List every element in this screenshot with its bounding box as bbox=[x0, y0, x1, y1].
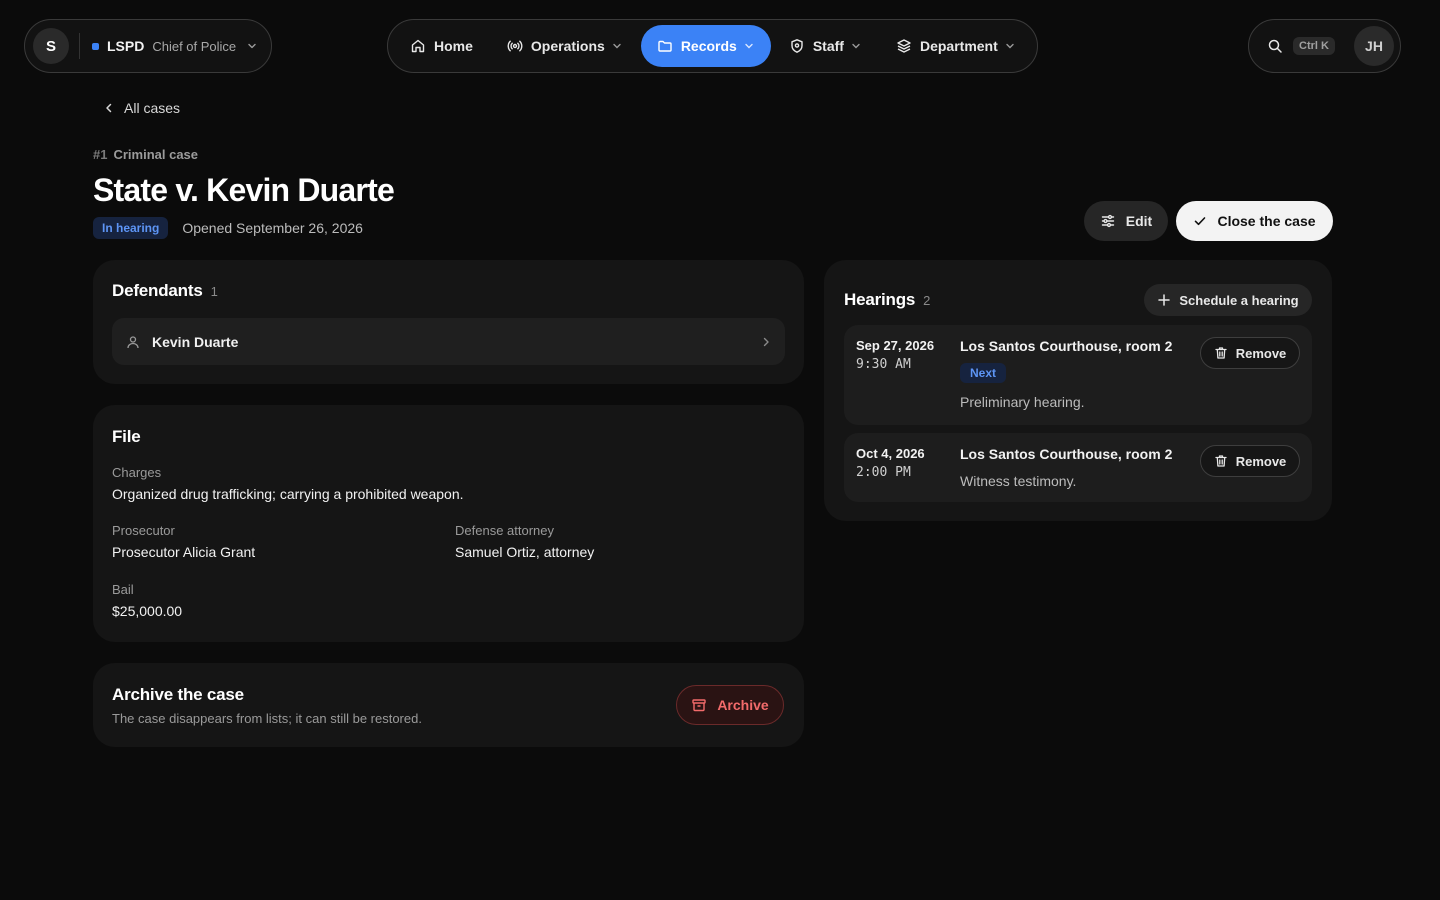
defendants-title: Defendants bbox=[112, 281, 203, 300]
main-nav: Home Operations Records Staff Department bbox=[387, 19, 1038, 73]
hearing-time: 2:00 PM bbox=[856, 465, 911, 480]
remove-label: Remove bbox=[1235, 345, 1287, 361]
nav-records[interactable]: Records bbox=[640, 25, 771, 67]
hearing-description: Witness testimony. bbox=[960, 473, 1077, 489]
case-kicker: #1 Criminal case bbox=[93, 147, 198, 162]
defendants-heading: Defendants 1 bbox=[112, 281, 785, 301]
user-icon bbox=[126, 335, 140, 349]
edit-label: Edit bbox=[1125, 213, 1153, 229]
nav-label: Home bbox=[434, 38, 473, 54]
bail-field: Bail $25,000.00 bbox=[112, 582, 182, 619]
hearings-header: Hearings 2 Schedule a hearing bbox=[844, 284, 1312, 316]
nav-staff[interactable]: Staff bbox=[773, 25, 878, 67]
hearings-card: Hearings 2 Schedule a hearing Sep 27, 20… bbox=[824, 260, 1332, 521]
org-role: Chief of Police bbox=[152, 38, 237, 54]
trash-icon bbox=[1214, 454, 1228, 468]
hearing-date: Sep 27, 2026 bbox=[856, 338, 935, 353]
user-avatar[interactable]: JH bbox=[1354, 26, 1394, 66]
close-case-label: Close the case bbox=[1217, 213, 1316, 229]
hearing-location: Los Santos Courthouse, room 2 bbox=[960, 446, 1173, 462]
remove-hearing-button[interactable]: Remove bbox=[1200, 337, 1300, 369]
nav-department[interactable]: Department bbox=[880, 25, 1032, 67]
nav-operations[interactable]: Operations bbox=[491, 25, 639, 67]
hearing-item: Oct 4, 2026 2:00 PM Los Santos Courthous… bbox=[844, 433, 1312, 502]
nav-label: Records bbox=[680, 38, 737, 54]
home-icon bbox=[410, 38, 426, 54]
org-avatar: S bbox=[33, 28, 69, 64]
bail-label: Bail bbox=[112, 582, 134, 597]
prosecutor-field: Prosecutor Prosecutor Alicia Grant bbox=[112, 523, 255, 560]
chevron-down-icon bbox=[611, 40, 623, 52]
search-and-user: Ctrl K JH bbox=[1248, 19, 1401, 73]
search-shortcut: Ctrl K bbox=[1293, 37, 1335, 55]
chevron-down-icon bbox=[850, 40, 862, 52]
remove-hearing-button[interactable]: Remove bbox=[1200, 445, 1300, 477]
hearings-title: Hearings bbox=[844, 290, 916, 309]
case-number: #1 bbox=[93, 147, 108, 162]
plus-icon bbox=[1157, 293, 1171, 307]
hearing-date: Oct 4, 2026 bbox=[856, 446, 925, 461]
hearing-description: Preliminary hearing. bbox=[960, 394, 1085, 410]
remove-label: Remove bbox=[1235, 453, 1287, 469]
hearing-time: 9:30 AM bbox=[856, 357, 911, 372]
charges-field: Charges Organized drug trafficking; carr… bbox=[112, 465, 464, 502]
page-title: State v. Kevin Duarte bbox=[93, 172, 395, 208]
chevron-down-icon bbox=[743, 40, 755, 52]
layers-icon bbox=[896, 38, 912, 54]
file-title: File bbox=[112, 427, 141, 446]
shield-icon bbox=[789, 38, 805, 54]
bail-value: $25,000.00 bbox=[112, 603, 183, 619]
check-icon bbox=[1193, 214, 1207, 228]
search-icon[interactable] bbox=[1267, 38, 1283, 54]
back-to-cases-link[interactable]: All cases bbox=[104, 100, 180, 116]
chevron-right-icon bbox=[761, 336, 771, 348]
edit-button[interactable]: Edit bbox=[1084, 201, 1168, 241]
case-type: Criminal case bbox=[113, 147, 199, 162]
defendants-card: Defendants 1 Kevin Duarte bbox=[93, 260, 804, 384]
charges-label: Charges bbox=[112, 465, 162, 480]
org-name: LSPD bbox=[107, 38, 145, 54]
charges-value: Organized drug trafficking; carrying a p… bbox=[112, 486, 464, 502]
prosecutor-label: Prosecutor bbox=[112, 523, 175, 538]
defendant-row[interactable]: Kevin Duarte bbox=[112, 318, 785, 365]
defendants-count: 1 bbox=[210, 284, 218, 299]
broadcast-icon bbox=[507, 38, 523, 54]
defense-label: Defense attorney bbox=[455, 523, 555, 538]
org-switcher[interactable]: S LSPD Chief of Police bbox=[24, 19, 272, 73]
chevron-down-icon bbox=[246, 40, 258, 52]
close-case-button[interactable]: Close the case bbox=[1176, 201, 1333, 241]
case-meta: In hearing Opened September 26, 2026 bbox=[93, 217, 363, 239]
trash-icon bbox=[1214, 346, 1228, 360]
schedule-hearing-label: Schedule a hearing bbox=[1179, 292, 1299, 308]
archive-card: Archive the case The case disappears fro… bbox=[93, 663, 804, 747]
hearing-location: Los Santos Courthouse, room 2 bbox=[960, 338, 1173, 354]
nav-home[interactable]: Home bbox=[394, 25, 489, 67]
chevron-down-icon bbox=[1004, 40, 1016, 52]
prosecutor-value: Prosecutor Alicia Grant bbox=[112, 544, 256, 560]
divider bbox=[79, 33, 80, 59]
defense-field: Defense attorney Samuel Ortiz, attorney bbox=[455, 523, 594, 560]
back-link-label: All cases bbox=[124, 100, 181, 116]
archive-button[interactable]: Archive bbox=[676, 685, 784, 725]
org-status-dot bbox=[92, 42, 99, 50]
opened-date: Opened September 26, 2026 bbox=[182, 220, 363, 236]
folder-icon bbox=[657, 38, 673, 54]
hearings-count: 2 bbox=[923, 292, 931, 308]
nav-label: Staff bbox=[812, 38, 844, 54]
defense-value: Samuel Ortiz, attorney bbox=[455, 544, 595, 560]
nav-label: Department bbox=[919, 38, 998, 54]
hearing-item: Sep 27, 2026 9:30 AM Los Santos Courthou… bbox=[844, 325, 1312, 425]
archive-label: Archive bbox=[717, 697, 769, 713]
defendant-name: Kevin Duarte bbox=[152, 333, 239, 350]
status-badge: In hearing bbox=[93, 217, 169, 239]
archive-icon bbox=[691, 697, 707, 713]
schedule-hearing-button[interactable]: Schedule a hearing bbox=[1144, 284, 1312, 316]
nav-label: Operations bbox=[530, 38, 605, 54]
sliders-icon bbox=[1100, 213, 1116, 229]
file-card: File Charges Organized drug trafficking;… bbox=[93, 405, 804, 642]
chevron-left-icon bbox=[104, 102, 114, 114]
next-badge: Next bbox=[960, 363, 1007, 383]
